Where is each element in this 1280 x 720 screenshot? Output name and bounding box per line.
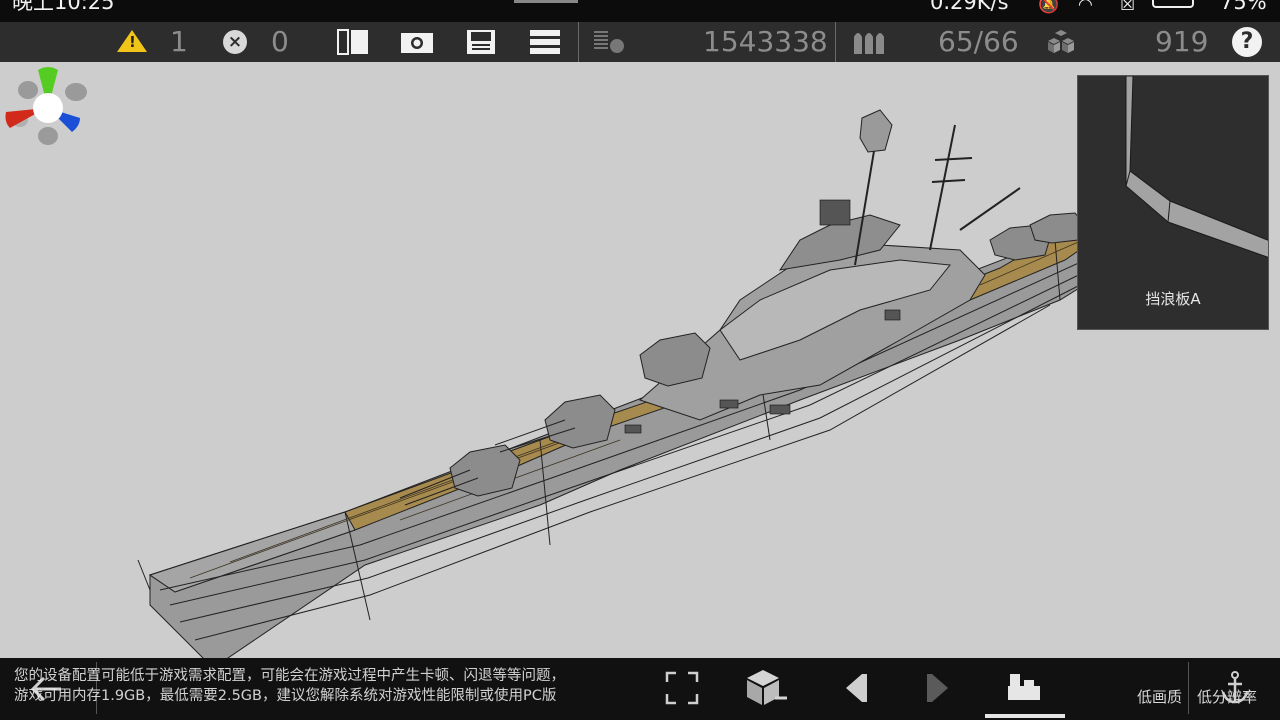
battery-percent: 75% [1220,0,1267,14]
network-speed: 0.29K/s [930,0,1009,14]
camera-icon[interactable] [400,29,434,55]
bottom-toolbar: 低画质 低分辨率 您的设备配置可能低于游戏需求配置，可能会在游戏过程中产生卡顿、… [0,658,1280,720]
help-icon[interactable]: ? [1232,27,1262,57]
part-preview-panel[interactable]: 挡浪板A [1077,75,1269,330]
split-view-icon[interactable] [336,29,370,55]
ammo-icon [854,33,884,54]
system-status-bar: 晚上10:25 0.29K/s 🔕 ◠ ☒ 75% [0,0,1280,22]
warning-count: 1 [170,25,188,58]
triangle-count: 1543338 [703,25,828,58]
weight-cubes-icon [1048,30,1074,53]
battery-icon [1152,0,1194,8]
app-root: 晚上10:25 0.29K/s 🔕 ◠ ☒ 75% 1 × 0 [0,0,1280,720]
error-count: 0 [271,25,289,58]
save-icon[interactable] [464,29,498,55]
status-notch [514,0,578,3]
triangle-count-icon [594,31,624,53]
parts-count: 65/66 [938,25,1019,58]
top-toolbar: 1 × 0 [0,22,1280,62]
error-icon[interactable]: × [223,30,247,54]
weight-value: 919 [1155,25,1209,58]
toolbar-divider [578,22,579,62]
wifi-icon: ◠ [1078,0,1093,15]
status-time: 晚上10:25 [12,0,115,14]
orientation-gizmo-icon[interactable] [0,62,96,158]
part-preview-render [1125,76,1268,258]
notice-line-1: 您的设备配置可能低于游戏需求配置，可能会在游戏过程中产生卡顿、闪退等等问题， [14,668,565,684]
bell-mute-icon: 🔕 [1038,0,1060,15]
sim-icon: ☒ [1120,0,1136,15]
notice-line-2: 游戏可用内存1.9GB，最低需要2.5GB，建议您解除系统对游戏性能限制或使用P… [14,688,557,704]
toolbar-divider [1188,662,1189,714]
toolbar-divider [835,22,836,62]
warning-icon[interactable] [117,30,147,52]
low-resolution-button[interactable]: 低分辨率 [1197,686,1257,707]
part-name-label: 挡浪板A [1145,290,1201,308]
performance-warning-notice: 您的设备配置可能低于游戏需求配置，可能会在游戏过程中产生卡顿、闪退等等问题， 游… [14,666,1144,706]
selected-tab-indicator [985,714,1065,718]
menu-list-icon[interactable] [528,29,562,55]
